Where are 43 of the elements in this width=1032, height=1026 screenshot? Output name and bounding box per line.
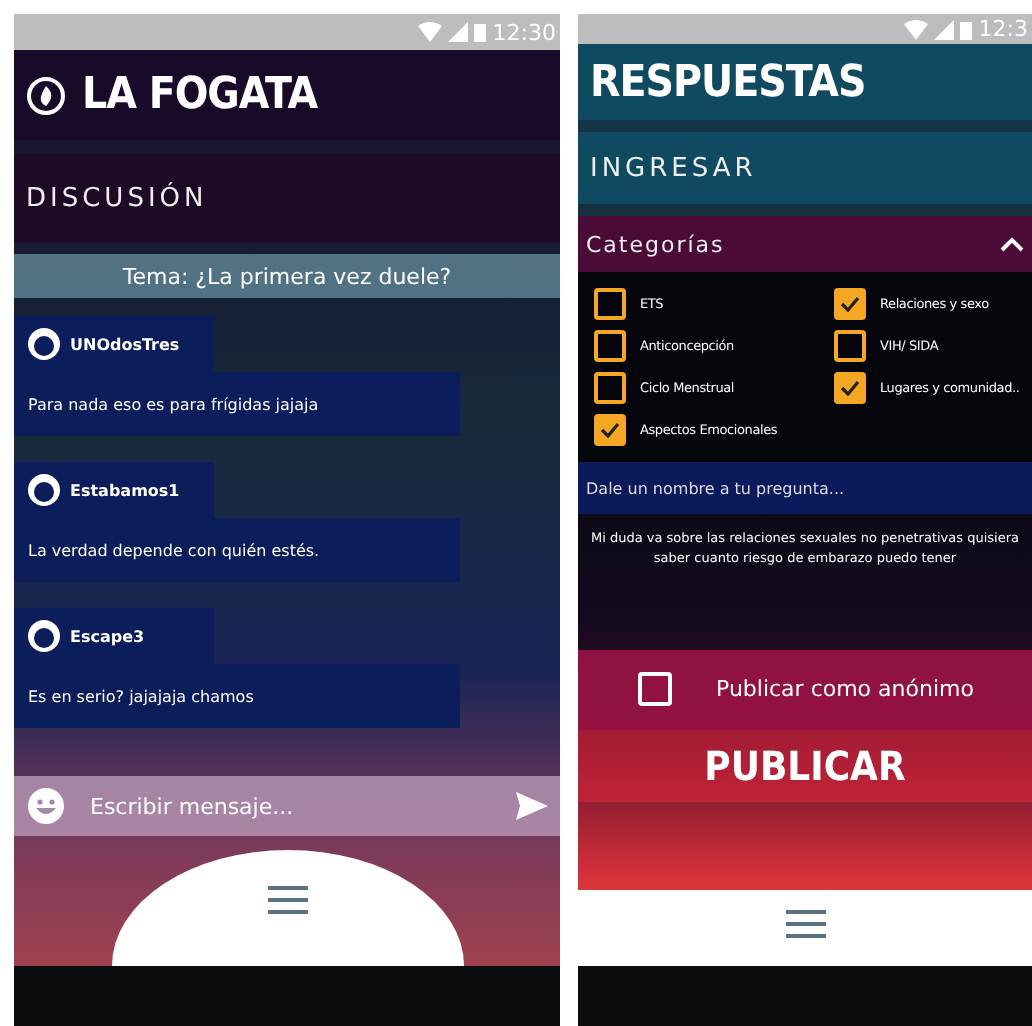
avatar-icon xyxy=(28,620,60,652)
checkbox[interactable] xyxy=(834,372,866,404)
checkbox[interactable] xyxy=(834,330,866,362)
section-title: DISCUSIÓN xyxy=(26,183,208,213)
check-icon xyxy=(600,422,620,438)
flame-logo-icon xyxy=(26,75,66,115)
message-field[interactable]: Escribir mensaje... xyxy=(14,776,560,836)
smiley-icon[interactable] xyxy=(26,786,66,826)
avatar-icon xyxy=(28,328,60,360)
send-icon[interactable] xyxy=(516,792,548,820)
signal-icon xyxy=(934,19,955,39)
avatar-icon xyxy=(28,474,60,506)
categories-header[interactable]: Categorías xyxy=(578,216,1032,272)
username: Estabamos1 xyxy=(70,481,180,499)
message-text: La verdad depende con quién estés. xyxy=(14,518,460,582)
status-time: 12:3 xyxy=(978,16,1028,42)
question-name-field[interactable]: Dale un nombre a tu pregunta... xyxy=(578,462,1032,514)
app-title: LA FOGATA xyxy=(82,70,318,120)
checkbox[interactable] xyxy=(594,414,626,446)
section-title: INGRESAR xyxy=(590,153,757,183)
screen-title: RESPUESTAS xyxy=(590,57,866,107)
username: Escape3 xyxy=(70,627,145,645)
message-text: Para nada eso es para frígidas jajaja xyxy=(14,372,460,436)
check-icon xyxy=(840,380,860,396)
status-time: 12:30 xyxy=(492,19,556,45)
publish-button[interactable]: PUBLICAR xyxy=(578,729,1032,801)
message-text: Es en serio? jajajaja chamos xyxy=(14,664,460,728)
wifi-icon xyxy=(904,19,929,39)
checkbox[interactable] xyxy=(594,288,626,320)
battery-icon xyxy=(960,19,973,39)
checkbox[interactable] xyxy=(594,372,626,404)
battery-icon xyxy=(474,22,487,42)
anonymous-option[interactable]: Publicar como anónimo xyxy=(578,649,1032,729)
wifi-icon xyxy=(418,22,443,42)
username: UNOdosTres xyxy=(70,335,180,353)
topic-bar: Tema: ¿La primera vez duele? xyxy=(14,254,560,298)
checkbox[interactable] xyxy=(594,330,626,362)
menu-icon xyxy=(785,910,825,938)
check-icon xyxy=(840,296,860,312)
menu-icon xyxy=(267,886,307,914)
message-input[interactable]: Escribir mensaje... xyxy=(86,791,496,821)
checkbox[interactable] xyxy=(834,288,866,320)
signal-icon xyxy=(448,22,469,42)
